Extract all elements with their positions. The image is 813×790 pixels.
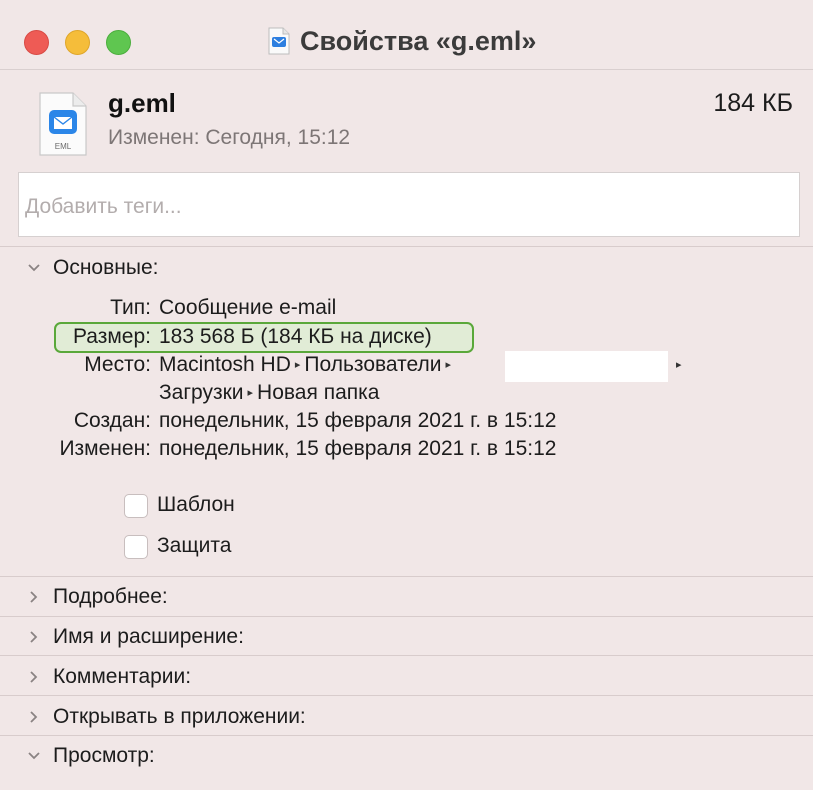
tags-input[interactable] [18, 172, 800, 237]
path-arrow-icon: ▸ [247, 387, 254, 399]
file-modified: Изменен: Сегодня, 15:12 [108, 126, 350, 150]
section-comments-header[interactable]: Комментарии: [0, 659, 813, 695]
path-segment-disk: Macintosh HD [159, 353, 291, 376]
location-path-line1: Macintosh HD ▸ Пользователи ▸ [159, 353, 455, 377]
chevron-right-icon [30, 711, 38, 723]
section-general-label: Основные: [53, 256, 159, 279]
section-preview-label: Просмотр: [53, 744, 155, 767]
redacted-username [505, 351, 668, 382]
path-arrow-icon: ▸ [676, 359, 682, 371]
info-row-created: Создан: понедельник, 15 февраля 2021 г. … [0, 409, 813, 437]
chevron-right-icon [30, 631, 38, 643]
created-label: Создан: [73, 409, 151, 432]
eml-file-icon: EML [39, 92, 87, 156]
info-row-modified: Изменен: понедельник, 15 февраля 2021 г.… [0, 437, 813, 465]
divider [0, 576, 813, 577]
type-label: Тип: [110, 296, 151, 319]
locked-checkbox[interactable] [124, 535, 148, 559]
file-modified-value: Сегодня, 15:12 [205, 126, 351, 149]
section-open-with-label: Открывать в приложении: [53, 705, 306, 728]
path-segment-downloads: Загрузки [159, 381, 244, 404]
section-more-info-label: Подробнее: [53, 585, 168, 608]
location-path-line2: Загрузки ▸ Новая папка [159, 381, 379, 405]
window-title: Свойства «g.eml» [300, 25, 537, 56]
chevron-down-icon [28, 752, 40, 760]
section-preview-header[interactable]: Просмотр: [0, 738, 813, 774]
size-label: Размер: [72, 325, 151, 348]
close-button[interactable] [24, 30, 49, 55]
modified-label: Изменен: [59, 437, 151, 460]
minimize-button[interactable] [65, 30, 90, 55]
file-name: g.eml [108, 88, 176, 118]
section-open-with-header[interactable]: Открывать в приложении: [0, 699, 813, 735]
section-name-extension-label: Имя и расширение: [53, 625, 244, 648]
template-checkbox-label[interactable]: Шаблон [157, 493, 235, 517]
section-comments-label: Комментарии: [53, 665, 192, 688]
path-segment-new-folder: Новая папка [257, 381, 380, 404]
zoom-button[interactable] [106, 30, 131, 55]
section-name-extension-header[interactable]: Имя и расширение: [0, 619, 813, 655]
file-size: 184 КБ [713, 89, 793, 117]
path-segment-users: Пользователи [304, 353, 442, 376]
path-arrow-icon: ▸ [294, 359, 301, 371]
info-row-location-line2: Загрузки ▸ Новая папка [0, 381, 813, 409]
created-value: понедельник, 15 февраля 2021 г. в 15:12 [159, 409, 557, 432]
chevron-right-icon [30, 591, 38, 603]
chevron-right-icon [30, 671, 38, 683]
divider [0, 246, 813, 247]
divider [0, 616, 813, 617]
eml-file-small-icon [268, 27, 290, 55]
section-more-info-header[interactable]: Подробнее: [0, 579, 813, 615]
title-bar: Свойства «g.eml» [0, 0, 813, 70]
divider [0, 735, 813, 736]
location-label: Место: [84, 353, 151, 376]
locked-checkbox-label[interactable]: Защита [157, 534, 231, 558]
info-row-location: Место: Macintosh HD ▸ Пользователи ▸ [0, 353, 813, 381]
info-row-size: Размер: 183 568 Б (184 КБ на диске) [0, 325, 813, 353]
path-arrow-after-redaction: ▸ [672, 353, 686, 381]
divider [0, 655, 813, 656]
divider [0, 695, 813, 696]
window-title-group: Свойства «g.eml» [268, 24, 536, 58]
info-row-type: Тип: Сообщение e-mail [0, 296, 813, 324]
modified-value: понедельник, 15 февраля 2021 г. в 15:12 [159, 437, 557, 460]
type-value: Сообщение e-mail [159, 296, 337, 319]
template-checkbox[interactable] [124, 494, 148, 518]
path-arrow-icon: ▸ [445, 359, 452, 371]
section-general-header[interactable]: Основные: [0, 250, 813, 286]
file-modified-label: Изменен: [108, 126, 200, 149]
eml-icon-text: EML [55, 142, 72, 151]
chevron-down-icon [28, 264, 40, 272]
size-value: 183 568 Б (184 КБ на диске) [159, 325, 432, 348]
